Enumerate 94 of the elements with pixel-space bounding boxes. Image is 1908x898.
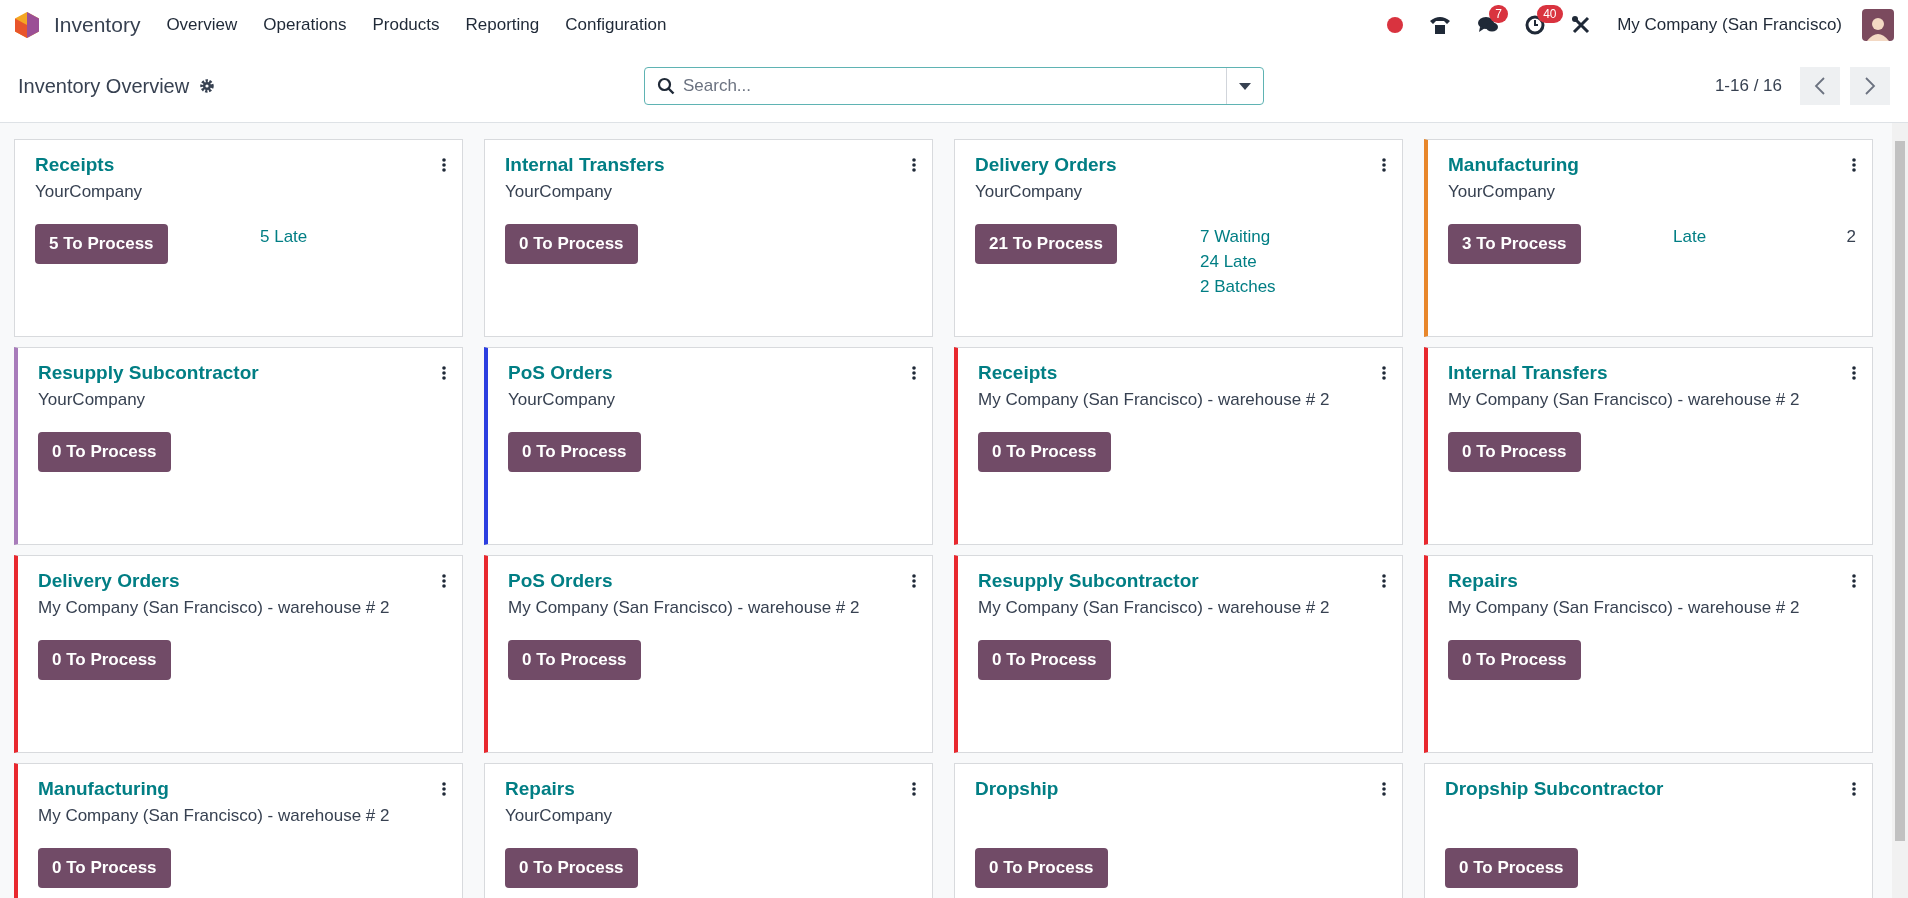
card-title[interactable]: Manufacturing bbox=[38, 778, 169, 800]
notification-badge: 40 bbox=[1537, 5, 1563, 23]
status-link[interactable]: Late bbox=[1673, 227, 1707, 247]
card-title[interactable]: Repairs bbox=[1448, 570, 1518, 592]
status-link[interactable]: 2 Batches bbox=[1200, 277, 1276, 297]
kebab-menu-icon[interactable] bbox=[912, 574, 916, 588]
company-name: YourCompany bbox=[505, 806, 613, 825]
company-name: My Company (San Francisco) - warehouse # 2 bbox=[978, 390, 1330, 409]
company-name: YourCompany bbox=[1448, 182, 1556, 201]
card-title[interactable]: PoS Orders bbox=[508, 570, 613, 592]
card-title[interactable]: Internal Transfers bbox=[1448, 362, 1608, 384]
to-process-button[interactable]: 5 To Process bbox=[35, 224, 168, 264]
card-title[interactable]: Repairs bbox=[505, 778, 575, 800]
card-title[interactable]: Resupply Subcontractor bbox=[38, 362, 259, 384]
to-process-button[interactable]: 0 To Process bbox=[1448, 640, 1581, 680]
company-name: YourCompany bbox=[38, 390, 146, 409]
menu-item[interactable]: Reporting bbox=[465, 15, 540, 35]
kebab-menu-icon[interactable] bbox=[1382, 782, 1386, 796]
page-title: Inventory Overview bbox=[18, 74, 190, 98]
kebab-menu-icon[interactable] bbox=[912, 158, 916, 172]
card-title[interactable]: Dropship Subcontractor bbox=[1445, 778, 1664, 800]
chevron-right-icon bbox=[1864, 76, 1876, 96]
menu-item[interactable]: Products bbox=[372, 15, 440, 35]
kebab-menu-icon[interactable] bbox=[442, 574, 446, 588]
company-name: YourCompany bbox=[975, 182, 1083, 201]
company-name: My Company (San Francisco) - warehouse # 2 bbox=[1448, 598, 1800, 617]
company-name: YourCompany bbox=[505, 182, 613, 201]
to-process-button[interactable]: 0 To Process bbox=[508, 640, 641, 680]
to-process-button[interactable]: 0 To Process bbox=[38, 432, 171, 472]
card-title[interactable]: Delivery Orders bbox=[975, 154, 1117, 176]
to-process-button[interactable]: 0 To Process bbox=[1448, 432, 1581, 472]
card-title[interactable]: Receipts bbox=[978, 362, 1058, 384]
company-name: My Company (San Francisco) - warehouse # 2 bbox=[38, 598, 390, 617]
search-bar[interactable]: Search... bbox=[644, 67, 1264, 105]
pager-value[interactable]: 1-16 / 16 bbox=[1714, 76, 1782, 96]
search-icon bbox=[657, 77, 675, 95]
company-name: YourCompany bbox=[508, 390, 616, 409]
company-name: My Company (San Francisco) - warehouse # 2 bbox=[978, 598, 1330, 617]
phone-icon[interactable] bbox=[1429, 15, 1452, 35]
card-title[interactable]: Resupply Subcontractor bbox=[978, 570, 1199, 592]
card-title[interactable]: Delivery Orders bbox=[38, 570, 180, 592]
record-dot-icon[interactable] bbox=[1387, 17, 1404, 33]
kebab-menu-icon[interactable] bbox=[1852, 782, 1856, 796]
company-switcher[interactable]: My Company (San Francisco) bbox=[1617, 15, 1842, 35]
notification-badge: 7 bbox=[1489, 5, 1508, 23]
kebab-menu-icon[interactable] bbox=[912, 366, 916, 380]
company-name: My Company (San Francisco) - warehouse # 2 bbox=[38, 806, 390, 825]
to-process-button[interactable]: 3 To Process bbox=[1448, 224, 1581, 264]
status-link[interactable]: 5 Late bbox=[260, 227, 308, 247]
to-process-button[interactable]: 0 To Process bbox=[505, 224, 638, 264]
status-link[interactable]: 7 Waiting bbox=[1200, 227, 1271, 247]
to-process-button[interactable]: 0 To Process bbox=[38, 848, 171, 888]
kebab-menu-icon[interactable] bbox=[1852, 574, 1856, 588]
menu-item[interactable]: Overview bbox=[166, 15, 238, 35]
status-count: 2 bbox=[1846, 227, 1856, 247]
scrollbar-thumb[interactable] bbox=[1895, 141, 1905, 841]
company-name: YourCompany bbox=[35, 182, 143, 201]
status-link[interactable]: 24 Late bbox=[1200, 252, 1257, 272]
kebab-menu-icon[interactable] bbox=[1852, 366, 1856, 380]
card-title[interactable]: Manufacturing bbox=[1448, 154, 1579, 176]
card-title[interactable]: PoS Orders bbox=[508, 362, 613, 384]
previous-button[interactable] bbox=[1800, 67, 1840, 105]
card-title[interactable]: Receipts bbox=[35, 154, 115, 176]
next-button[interactable] bbox=[1850, 67, 1890, 105]
app-name[interactable]: Inventory bbox=[54, 13, 141, 37]
to-process-button[interactable]: 0 To Process bbox=[978, 640, 1111, 680]
to-process-button[interactable]: 0 To Process bbox=[38, 640, 171, 680]
settings-icon[interactable] bbox=[199, 78, 216, 94]
tools-icon[interactable] bbox=[1571, 15, 1592, 35]
to-process-button[interactable]: 0 To Process bbox=[978, 432, 1111, 472]
kebab-menu-icon[interactable] bbox=[442, 158, 446, 172]
caret-icon[interactable] bbox=[1239, 82, 1251, 90]
kebab-menu-icon[interactable] bbox=[1852, 158, 1856, 172]
to-process-button[interactable]: 21 To Process bbox=[975, 224, 1118, 264]
chevron-left-icon bbox=[1814, 76, 1826, 96]
kebab-menu-icon[interactable] bbox=[912, 782, 916, 796]
kebab-menu-icon[interactable] bbox=[1382, 366, 1386, 380]
to-process-button[interactable]: 0 To Process bbox=[1445, 848, 1578, 888]
user-avatar[interactable] bbox=[1862, 9, 1894, 41]
kebab-menu-icon[interactable] bbox=[1382, 158, 1386, 172]
company-name: My Company (San Francisco) - warehouse # 2 bbox=[508, 598, 860, 617]
menu-item[interactable]: Operations bbox=[263, 15, 347, 35]
kebab-menu-icon[interactable] bbox=[442, 366, 446, 380]
to-process-button[interactable]: 0 To Process bbox=[505, 848, 638, 888]
to-process-button[interactable]: 0 To Process bbox=[508, 432, 641, 472]
company-name: My Company (San Francisco) - warehouse # 2 bbox=[1448, 390, 1800, 409]
search-input[interactable]: Search... bbox=[675, 68, 1226, 104]
kebab-menu-icon[interactable] bbox=[442, 782, 446, 796]
to-process-button[interactable]: 0 To Process bbox=[975, 848, 1108, 888]
kebab-menu-icon[interactable] bbox=[1382, 574, 1386, 588]
menu-item[interactable]: Configuration bbox=[565, 15, 667, 35]
card-title[interactable]: Internal Transfers bbox=[505, 154, 665, 176]
app-logo-icon[interactable] bbox=[14, 11, 40, 39]
card-title[interactable]: Dropship bbox=[975, 778, 1059, 800]
